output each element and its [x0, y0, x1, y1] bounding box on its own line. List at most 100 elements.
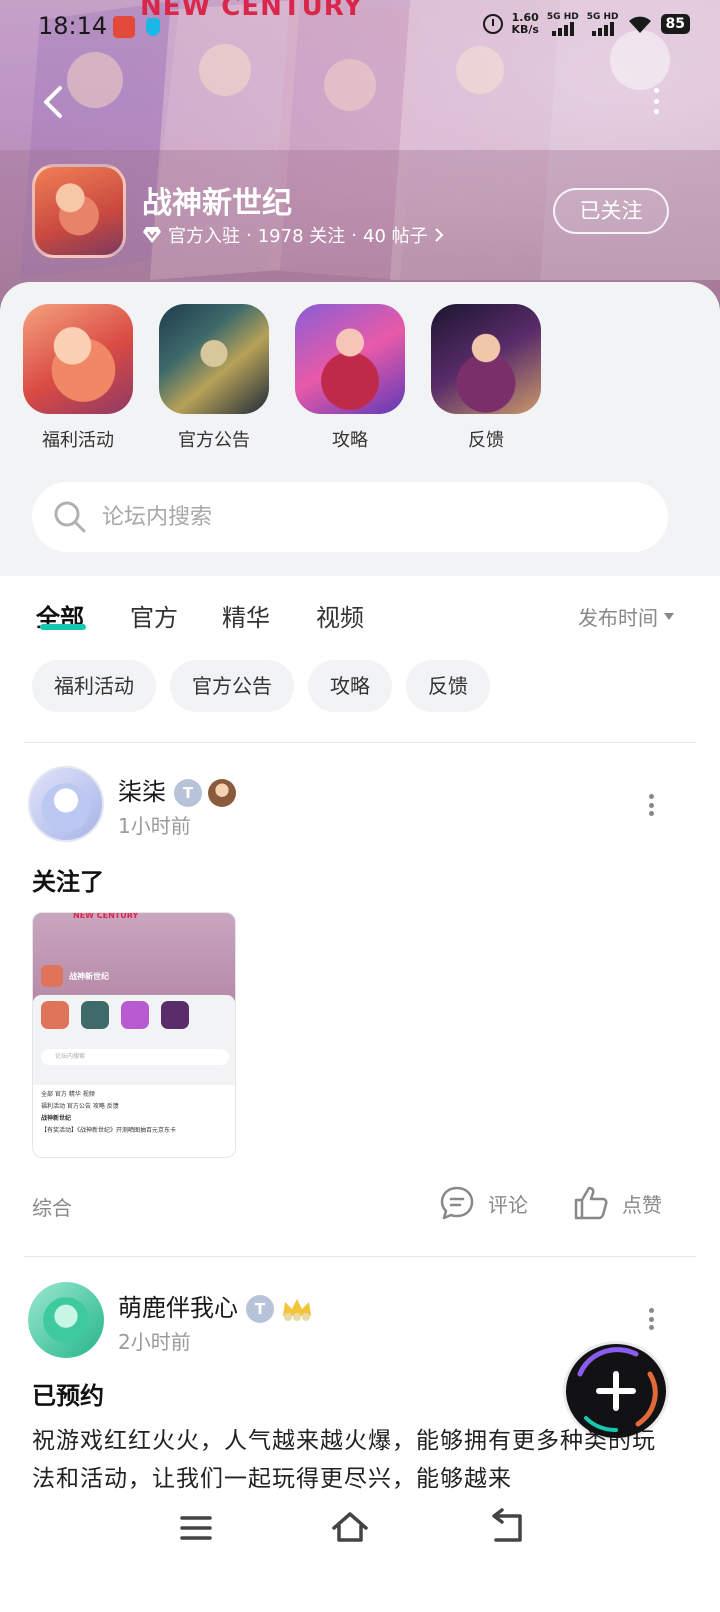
notification-penguin-icon [146, 18, 160, 36]
follow-button[interactable]: 已关注 [553, 188, 669, 234]
post-category[interactable]: 综合 [32, 1192, 72, 1221]
verified-diamond-icon [143, 227, 161, 243]
shortcut-notice-image [159, 304, 269, 414]
thumbnail-chips: 福利活动 官方公告 攻略 反馈 [41, 1103, 119, 1110]
forum-shortcut-panel: 福利活动 官方公告 攻略 反馈 [0, 282, 720, 576]
signal-2: 5G HD [587, 12, 619, 36]
post-title[interactable]: 关注了 [32, 862, 104, 897]
chip-feedback[interactable]: 反馈 [406, 660, 490, 712]
post-author[interactable]: 柒柒 T [118, 772, 236, 807]
divider [24, 742, 696, 743]
game-icon [32, 164, 126, 258]
network-speed-unit: KB/s [511, 23, 539, 36]
avatar[interactable] [28, 766, 104, 842]
chevron-right-icon [434, 228, 444, 242]
signal-1-label: 5G HD [546, 12, 579, 22]
followers-count: 1978 关注 [257, 226, 346, 247]
level-badge-icon: T [246, 1295, 274, 1323]
shortcut-label: 官方公告 [178, 430, 250, 451]
search-icon [54, 501, 86, 533]
chip-guide[interactable]: 攻略 [308, 660, 392, 712]
caret-down-icon [664, 613, 674, 620]
search-input[interactable] [102, 504, 622, 530]
signal-bars-icon [591, 22, 614, 36]
search-box[interactable] [32, 482, 668, 552]
comment-button[interactable]: 评论 [438, 1184, 528, 1222]
thumbnail-post-user: 战神新世纪 [41, 1115, 72, 1122]
thumbnail-content: 全部 官方 精华 视频 福利活动 官方公告 攻略 反馈 战神新世纪 【有奖活动】… [33, 1085, 235, 1141]
status-time: 18:14 [38, 12, 108, 40]
menu-icon[interactable] [176, 1508, 216, 1548]
comment-icon [440, 1186, 474, 1220]
shortcut-guide-image [295, 304, 405, 414]
divider [24, 1256, 696, 1257]
thumbnail-shortcut [81, 1001, 109, 1029]
status-bar: 18:14 1.60 KB/s 5G HD 5G HD 85 [0, 0, 720, 54]
shortcut-welfare[interactable]: 福利活动 [23, 304, 133, 452]
shortcut-notice[interactable]: 官方公告 [159, 304, 269, 452]
header-banner: NEW CENTURY 18:14 1.60 KB/s 5G HD 5G HD … [0, 0, 720, 320]
posts-count: 40 帖子 [363, 226, 428, 247]
shortcut-label: 反馈 [468, 430, 504, 451]
back-nav-icon[interactable] [486, 1508, 526, 1548]
home-icon[interactable] [330, 1508, 370, 1548]
tab-video[interactable]: 视频 [316, 598, 364, 633]
shortcut-label: 攻略 [332, 430, 368, 451]
post-time: 1小时前 [118, 814, 191, 838]
post-image-thumbnail[interactable]: NEW CENTURY 战神新世纪 论坛内搜索 全部 官方 精华 视频 福利活动… [32, 912, 236, 1158]
active-tab-indicator [40, 624, 86, 630]
network-speed: 1.60 KB/s [511, 12, 538, 36]
meta-separator: · [351, 224, 357, 246]
meta-separator: · [246, 224, 252, 246]
crown-badge-icon [283, 1299, 311, 1321]
post-title[interactable]: 已预约 [32, 1376, 104, 1411]
thumbnail-game-icon [41, 965, 63, 987]
thumbnail-header: NEW CENTURY 战神新世纪 [33, 913, 235, 1001]
chip-notice[interactable]: 官方公告 [170, 660, 294, 712]
post-tabs: 全部 官方 精华 视频 发布时间 [0, 576, 720, 656]
post-more-button[interactable] [648, 1308, 654, 1330]
more-options-button[interactable] [650, 88, 662, 114]
signal-1: 5G HD [547, 12, 579, 36]
post-author[interactable]: 萌鹿伴我心 T [118, 1288, 314, 1323]
post-more-button[interactable] [648, 794, 654, 816]
like-label: 点赞 [622, 1192, 662, 1217]
thumbs-up-icon [574, 1186, 608, 1220]
battery-indicator: 85 [660, 14, 690, 34]
post-time: 2小时前 [118, 1330, 191, 1354]
chip-welfare[interactable]: 福利活动 [32, 660, 156, 712]
create-post-button[interactable] [566, 1344, 666, 1438]
shortcut-label: 福利活动 [42, 430, 114, 451]
game-title: 战神新世纪 [142, 186, 292, 221]
tab-official[interactable]: 官方 [130, 598, 178, 633]
author-name: 柒柒 [118, 778, 166, 806]
level-badge-icon: T [174, 779, 202, 807]
thumbnail-panel: 论坛内搜索 [33, 995, 235, 1085]
comment-label: 评论 [488, 1192, 528, 1217]
thumbnail-shortcut [121, 1001, 149, 1029]
alarm-icon [483, 14, 504, 34]
shortcut-feedback[interactable]: 反馈 [431, 304, 541, 452]
notification-app-icon [113, 16, 135, 38]
thumbnail-shortcut [41, 1001, 69, 1029]
plus-icon [577, 1347, 658, 1433]
thumbnail-search: 论坛内搜索 [41, 1049, 229, 1065]
thumbnail-title: 战神新世纪 [69, 972, 109, 981]
thumbnail-shortcut [161, 1001, 189, 1029]
thumbnail-logo: NEW CENTURY [73, 912, 139, 920]
back-button[interactable] [36, 82, 72, 122]
wifi-icon [628, 16, 651, 33]
shortcut-feedback-image [431, 304, 541, 414]
character-badge-icon [208, 779, 236, 807]
category-chips: 福利活动 官方公告 攻略 反馈 [32, 660, 490, 712]
game-meta[interactable]: 官方入驻 · 1978 关注 · 40 帖子 [142, 222, 444, 248]
like-button[interactable]: 点赞 [572, 1184, 662, 1222]
shortcut-welfare-image [23, 304, 133, 414]
tab-featured[interactable]: 精华 [222, 598, 270, 633]
status-indicators: 1.60 KB/s 5G HD 5G HD 85 [483, 12, 690, 36]
sort-dropdown[interactable]: 发布时间 [578, 602, 674, 631]
avatar[interactable] [28, 1282, 104, 1358]
shortcut-guide[interactable]: 攻略 [295, 304, 405, 452]
verified-label: 官方入驻 [168, 226, 240, 247]
thumbnail-tabs: 全部 官方 精华 视频 [41, 1091, 95, 1098]
